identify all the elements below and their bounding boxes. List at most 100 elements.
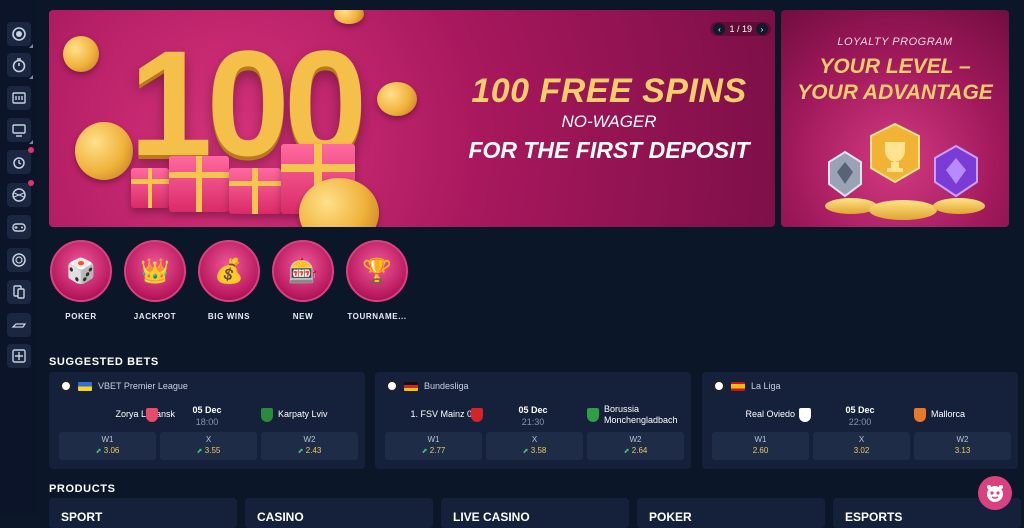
odd-value-wrap: ⬈ 3.55	[160, 446, 257, 455]
live-icon[interactable]	[7, 22, 33, 48]
bet-card[interactable]: Bundesliga 1. FSV Mainz 05 05 Dec 21:30 …	[375, 372, 691, 469]
football-icon	[713, 380, 725, 392]
away-team-line2: Monchengladbach	[604, 415, 678, 425]
team-crest-icon	[799, 408, 811, 422]
odd-w1-button[interactable]: W1 ⬈ 3.06	[59, 432, 156, 460]
support-bot-icon	[987, 485, 1003, 502]
team-crest-icon	[587, 408, 599, 422]
gift-icon	[169, 156, 229, 212]
poker-chip-icon[interactable]	[7, 248, 31, 272]
match-row: 1. FSV Mainz 05 05 Dec 21:30 Borussia Mo…	[375, 404, 691, 430]
slot-seven-icon: 🎰	[272, 240, 334, 302]
category-big-wins[interactable]: 💰 BIG WINS	[198, 240, 260, 321]
category-tournaments[interactable]: 🏆 TOURNAME...	[346, 240, 408, 321]
odd-label: X	[858, 435, 865, 444]
odd-w1-button[interactable]: W1 ⬈ 2.77	[385, 432, 482, 460]
sidebar	[0, 0, 38, 516]
racing-icon[interactable]	[7, 313, 31, 337]
odd-label: W2	[629, 435, 642, 444]
crown-icon: 👑	[124, 240, 186, 302]
away-team-line1: Borussia	[604, 404, 640, 414]
bet-card-header: Bundesliga	[386, 380, 469, 392]
product-poker[interactable]: POKER	[637, 498, 825, 528]
odd-value: 2.43	[305, 446, 322, 455]
product-casino[interactable]: CASINO	[245, 498, 433, 528]
loyalty-banner[interactable]: LOYALTY PROGRAM YOUR LEVEL – YOUR ADVANT…	[781, 10, 1009, 227]
match-time: 22:00	[848, 417, 872, 427]
odd-x-button[interactable]: X ⬈ 3.55	[160, 432, 257, 460]
podium-center	[869, 200, 937, 220]
odd-w2-button[interactable]: W2 3.13	[914, 432, 1011, 460]
coin-icon	[75, 122, 133, 180]
product-sport[interactable]: SPORT	[49, 498, 237, 528]
odd-x-button[interactable]: X ⬈ 3.58	[486, 432, 583, 460]
money-bag-icon: 💰	[198, 240, 260, 302]
trend-up-icon: ⬈	[421, 448, 428, 455]
odd-w2-button[interactable]: W2 ⬈ 2.64	[587, 432, 684, 460]
product-label: SPORT	[61, 510, 103, 524]
trend-up-icon: ⬈	[623, 448, 630, 455]
poker-icon: 🎲	[50, 240, 112, 302]
odd-x-button[interactable]: X 3.02	[813, 432, 910, 460]
match-date: 05 Dec	[518, 405, 548, 415]
silver-badge-icon	[828, 150, 862, 198]
match-time: 18:00	[195, 417, 219, 427]
odds-row: W1 ⬈ 3.06 X ⬈ 3.55 W2 ⬈ 2.43	[59, 432, 358, 460]
cards-icon[interactable]	[7, 280, 31, 304]
category-jackpot[interactable]: 👑 JACKPOT	[124, 240, 186, 321]
trend-up-icon: ⬈	[522, 448, 529, 455]
banner-next-button[interactable]: ›	[756, 23, 768, 35]
category-poker[interactable]: 🎲 POKER	[50, 240, 112, 321]
ball-icon[interactable]	[7, 180, 34, 207]
odd-label: X	[205, 435, 212, 444]
loyalty-headline-line2: YOUR ADVANTAGE	[797, 81, 993, 104]
aviator-icon[interactable]	[7, 147, 34, 174]
timer-icon[interactable]	[7, 53, 33, 79]
bet-card-header: La Liga	[713, 380, 781, 392]
gift-icon	[229, 168, 281, 214]
category-row: 🎲 POKER 👑 JACKPOT 💰 BIG WINS 🎰 NEW 🏆 TOU…	[50, 240, 408, 321]
product-label: CASINO	[257, 510, 304, 524]
home-team: Real Oviedo	[745, 409, 795, 419]
loyalty-title: LOYALTY PROGRAM	[837, 36, 953, 48]
football-icon	[386, 380, 398, 392]
odds-row: W1 ⬈ 2.77 X ⬈ 3.58 W2 ⬈ 2.64	[385, 432, 684, 460]
odd-label: W1	[427, 435, 440, 444]
league-name: VBET Premier League	[98, 381, 188, 391]
odd-value: 3.55	[204, 446, 221, 455]
team-crest-icon	[914, 408, 926, 422]
home-team: 1. FSV Mainz 05	[410, 409, 477, 419]
trend-up-icon: ⬈	[95, 448, 102, 455]
gift-icon	[131, 168, 169, 208]
support-chat-button[interactable]	[978, 476, 1012, 510]
odd-w2-button[interactable]: W2 ⬈ 2.43	[261, 432, 358, 460]
promo-banner[interactable]: 100 100 FREE SPINS NO-WAGER FOR THE FIRS…	[49, 10, 775, 227]
team-crest-icon	[146, 408, 158, 422]
category-label: JACKPOT	[133, 312, 177, 321]
football-icon	[60, 380, 72, 392]
more-icon[interactable]	[7, 344, 31, 368]
odd-w1-button[interactable]: W1 2.60	[712, 432, 809, 460]
product-label: POKER	[649, 510, 692, 524]
odd-value: 3.13	[954, 446, 971, 455]
banner-pager: ‹ 1 / 19 ›	[710, 22, 771, 36]
purple-badge-icon	[934, 144, 978, 198]
trophy-icon: 🏆	[346, 240, 408, 302]
bet-card[interactable]: La Liga Real Oviedo 05 Dec 22:00 Mallorc…	[702, 372, 1018, 469]
category-new[interactable]: 🎰 NEW	[272, 240, 334, 321]
category-label: NEW	[292, 312, 314, 321]
product-live-casino[interactable]: LIVE CASINO	[441, 498, 629, 528]
bet-card[interactable]: VBET Premier League Zorya Luhansk 05 Dec…	[49, 372, 365, 469]
odd-value: 2.64	[631, 446, 648, 455]
coin-icon	[63, 36, 99, 72]
odd-value-wrap: ⬈ 2.77	[385, 446, 482, 455]
trend-up-icon: ⬈	[196, 448, 203, 455]
odd-value-wrap: ⬈ 3.06	[59, 446, 156, 455]
bet-card-header: VBET Premier League	[60, 380, 188, 392]
match-date: 05 Dec	[845, 405, 875, 415]
slots-icon[interactable]	[7, 86, 31, 110]
odd-label: W1	[101, 435, 114, 444]
games-icon[interactable]	[7, 215, 31, 239]
live-casino-icon[interactable]	[7, 118, 33, 144]
banner-prev-button[interactable]: ‹	[713, 23, 726, 35]
